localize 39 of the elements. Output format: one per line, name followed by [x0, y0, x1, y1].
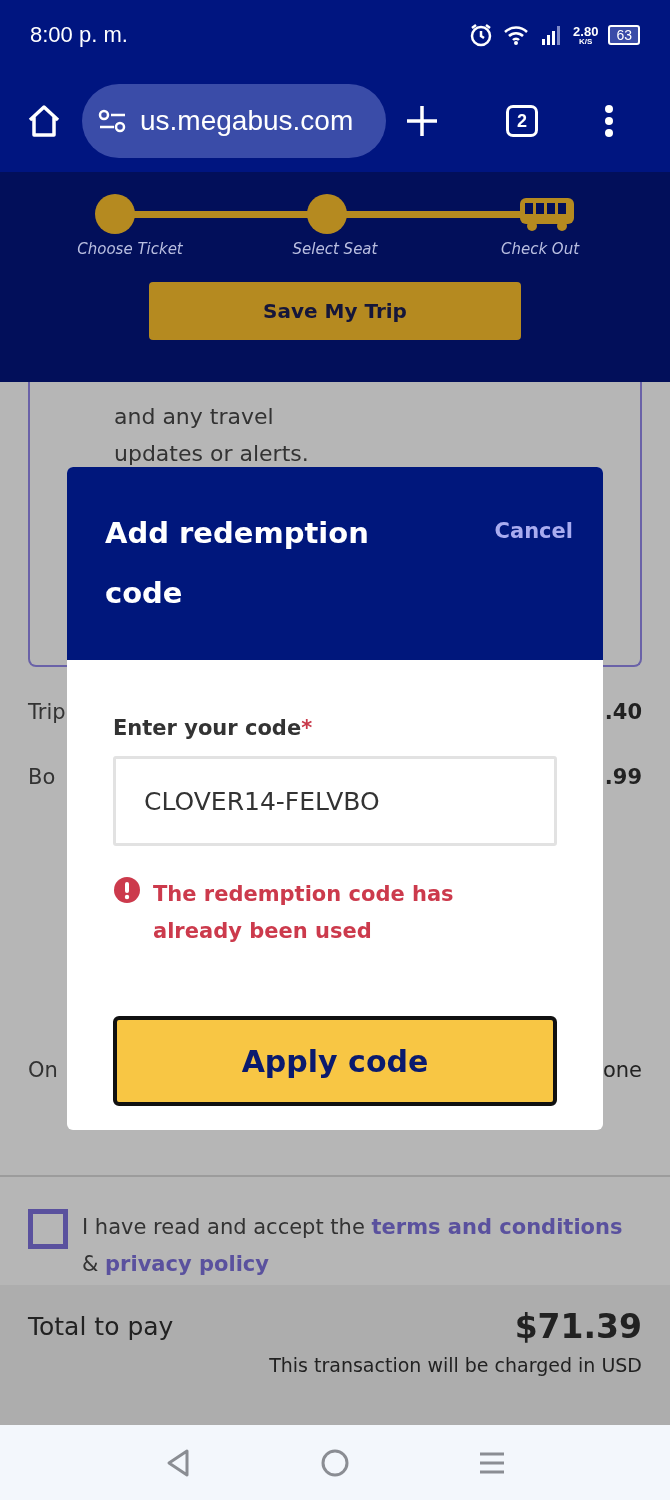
save-trip-button[interactable]: Save My Trip — [149, 282, 521, 340]
step-label: Select Seat — [291, 240, 379, 258]
step-dot — [95, 194, 135, 234]
total-amount: $71.39 — [514, 1307, 642, 1346]
network-speed: 2.80 — [573, 24, 599, 38]
summary-label: Trip — [28, 700, 66, 724]
home-circle-icon[interactable] — [321, 1448, 349, 1477]
status-time: 8:00 p. m. — [30, 22, 128, 48]
site-settings-icon — [98, 109, 126, 133]
summary-value: one — [602, 1058, 642, 1082]
summary-label: Bo — [28, 765, 56, 789]
network-speed-unit: K/S — [579, 37, 593, 46]
back-icon[interactable] — [165, 1447, 191, 1478]
address-bar[interactable]: us.megabus.com — [82, 84, 386, 158]
error-message: The redemption code has already been used — [153, 881, 455, 945]
summary-value: .40 — [604, 700, 642, 724]
home-icon[interactable] — [26, 103, 62, 139]
step-label: Choose Ticket — [76, 240, 184, 258]
step-label: Check Out — [499, 240, 581, 258]
alarm-icon — [469, 23, 494, 47]
terms-text: I have read and accept the terms and conditions & privacy policy — [82, 1214, 624, 1278]
code-input-field[interactable]: CLOVER14-FELVBO — [113, 756, 557, 846]
total-label: Total to pay — [28, 1312, 174, 1341]
terms-checkbox[interactable] — [28, 1209, 68, 1249]
summary-value: .99 — [604, 765, 642, 789]
tab-switcher-button[interactable]: 2 — [506, 105, 538, 137]
bus-icon — [519, 196, 575, 232]
dialog-title: Add redemption code — [105, 515, 370, 612]
summary-label: On — [28, 1058, 58, 1082]
card-text: and any travel updates or alerts. — [114, 403, 310, 468]
currency-note: This transaction will be charged in USD — [269, 1354, 642, 1376]
cancel-button[interactable]: Cancel — [494, 519, 573, 543]
apply-code-button[interactable]: Apply code — [113, 1016, 557, 1106]
new-tab-icon[interactable] — [406, 105, 438, 137]
more-menu-icon[interactable] — [604, 105, 614, 137]
menu-icon[interactable] — [479, 1450, 505, 1475]
field-label: Enter your code* — [113, 716, 314, 740]
error-icon — [113, 876, 141, 904]
battery-indicator: 63 — [608, 25, 640, 45]
